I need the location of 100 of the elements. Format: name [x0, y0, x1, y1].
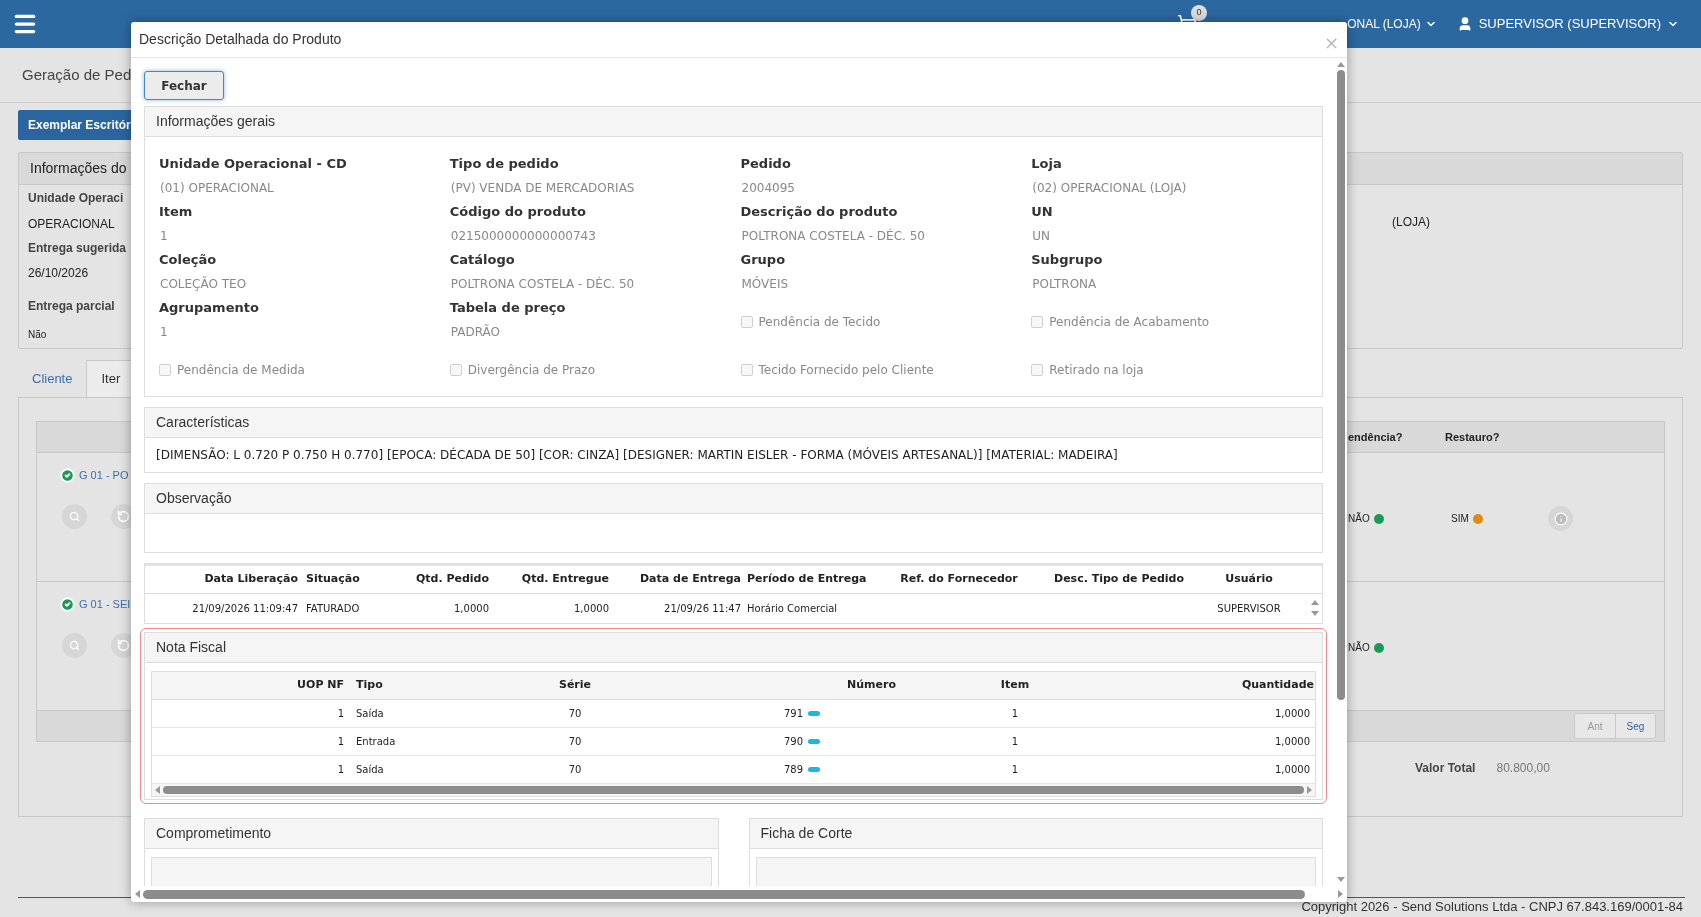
close-dialog-button[interactable]: Fechar — [144, 71, 224, 100]
product-link[interactable]: G 01 - PO — [79, 467, 129, 484]
refresh-icon — [117, 638, 130, 652]
table-cell-text: Horário Comercial — [746, 602, 839, 616]
table-cell-text: 1,0000 — [1274, 735, 1311, 749]
field-label: Coleção — [159, 251, 218, 269]
field-label: Tabela de preço — [449, 299, 567, 317]
tab[interactable]: Cliente — [18, 360, 87, 397]
info-text: 26/10/2026 — [28, 265, 89, 282]
scroll-up-icon[interactable] — [1337, 62, 1345, 67]
scroll-right-icon[interactable] — [1307, 786, 1312, 794]
field-label: Catálogo — [449, 251, 516, 269]
field-label: Item — [159, 203, 194, 221]
search-button[interactable] — [62, 503, 87, 529]
column-header: Data Liberação — [203, 571, 299, 588]
table-cell-text: 1,0000 — [1274, 763, 1311, 777]
field-label: UN — [1031, 203, 1054, 221]
table-cell-text: 1 — [1010, 735, 1020, 749]
field-value: COLEÇÃO TEO — [159, 275, 248, 293]
scroll-arrows-icon[interactable] — [1311, 599, 1319, 617]
column-header: Item — [999, 677, 1031, 694]
field-label: Unidade Operacional - CD — [159, 155, 348, 173]
info-text: (LOJA) — [1392, 214, 1430, 231]
checkbox-label: Pendência de Tecido — [758, 314, 881, 331]
field-value: 1 — [159, 324, 169, 341]
dialog-title: Descrição Detalhada do Produto — [139, 30, 342, 49]
field-value: POLTRONA COSTELA - DÉC. 50 — [740, 227, 926, 245]
indicator-pill-icon — [808, 711, 820, 716]
checkbox-label: Divergência de Prazo — [467, 362, 595, 379]
table-cell-text: Entrada — [355, 735, 397, 749]
info-text: Não — [28, 328, 47, 342]
table-cell-text: 21/09/26 11:47 — [663, 602, 741, 616]
page-title: Geração de Ped — [22, 64, 132, 85]
column-header: Data de Entrega — [639, 571, 741, 588]
column-header: Quantidade — [1240, 677, 1314, 694]
scroll-left-icon[interactable] — [135, 890, 140, 898]
field-value: POLTRONA COSTELA - DÉC. 50 — [449, 275, 636, 293]
product-link[interactable]: G 01 - SEI — [79, 596, 131, 613]
checkbox-label: Retirado na loja — [1049, 362, 1144, 379]
user-menu[interactable]: SUPERVISOR (SUPERVISOR) — [1456, 14, 1679, 34]
panel-title: Informações do — [30, 159, 127, 178]
field-value: (02) OPERACIONAL (LOJA) — [1031, 180, 1188, 197]
checkbox[interactable] — [449, 364, 462, 376]
column-header: Ref. do Fornecedor — [899, 571, 1019, 588]
panel-title: Nota Fiscal — [156, 638, 227, 657]
table-cell-text: 21/09/2026 11:09:47 — [191, 602, 299, 616]
field-label: Subgrupo — [1031, 251, 1104, 269]
panel-title: Comprometimento — [156, 824, 272, 843]
column-header: Qtd. Pedido — [414, 571, 489, 588]
field-label: Tipo de pedido — [449, 155, 560, 173]
scroll-right-icon[interactable] — [1338, 890, 1343, 898]
table-cell-text: 790 — [783, 735, 803, 749]
column-header: UOP NF — [296, 677, 345, 694]
refresh-icon — [117, 509, 130, 523]
field-label: Agrupamento — [159, 299, 260, 317]
scroll-down-icon[interactable] — [1337, 877, 1345, 882]
checkbox[interactable] — [740, 316, 753, 328]
checkbox[interactable] — [740, 364, 753, 376]
panel-title: Ficha de Corte — [760, 824, 853, 843]
info-text: Entrega sugerida — [28, 240, 127, 257]
table-cell-text: 1 — [336, 735, 345, 749]
horizontal-scrollbar[interactable] — [152, 784, 1315, 796]
indicator-pill-icon — [808, 767, 820, 772]
table-cell-text: 1,0000 — [453, 602, 489, 616]
panel-title: Características — [156, 413, 250, 432]
characteristics-text: [DIMENSÃO: L 0.720 P 0.750 H 0.770] [EPOCA: DÉCADA DE 50] [COR: CINZA] [DESIGNER: MARTIN EISLER - FORMA (MÓVEIS ARTESANAL)] [MATERIAL: MADEIRA] — [155, 446, 1119, 464]
search-button[interactable] — [62, 632, 87, 658]
table-cell-text: 1 — [1010, 707, 1020, 721]
column-header: Qtd. Entregue — [520, 571, 609, 588]
table-cell-text: SUPERVISOR — [1216, 602, 1282, 616]
scroll-left-icon[interactable] — [155, 786, 160, 794]
checkbox[interactable] — [159, 364, 171, 376]
pager-button[interactable]: Seg — [1615, 714, 1655, 738]
store-menu[interactable]: ONAL (LOJA) — [1347, 15, 1437, 33]
checkbox[interactable] — [1031, 316, 1044, 328]
info-text: Unidade Operaci — [28, 190, 124, 207]
table-cell-text: 789 — [783, 763, 803, 777]
column-header: endência? — [1348, 429, 1404, 445]
field-value: UN — [1031, 228, 1051, 245]
total-label: Valor Total — [1415, 760, 1476, 777]
column-header: Tipo — [355, 677, 384, 694]
field-label: Loja — [1031, 155, 1063, 173]
table-cell-text: 1,0000 — [573, 602, 609, 616]
table-cell-text: Saída — [355, 707, 385, 721]
table-cell-text: 1,0000 — [1274, 707, 1311, 721]
column-header: Restauro? — [1445, 429, 1500, 445]
info-icon — [1553, 511, 1568, 526]
column-header: Período de Entrega — [746, 571, 868, 588]
table-cell-text: 1 — [1010, 763, 1020, 777]
field-value: MÓVEIS — [740, 275, 790, 293]
checkbox[interactable] — [1031, 364, 1044, 376]
field-value: PADRÃO — [449, 323, 501, 341]
search-icon — [69, 639, 80, 651]
info-button[interactable] — [1548, 506, 1573, 531]
field-value: POLTRONA — [1031, 276, 1098, 293]
status-text: NÃO — [1348, 640, 1370, 655]
table-cell-text: FATURADO — [305, 602, 361, 616]
info-text: OPERACIONAL — [28, 216, 115, 233]
field-value: (PV) VENDA DE MERCADORIAS — [449, 180, 636, 197]
checkbox-label: Tecido Fornecido pelo Cliente — [758, 362, 934, 379]
